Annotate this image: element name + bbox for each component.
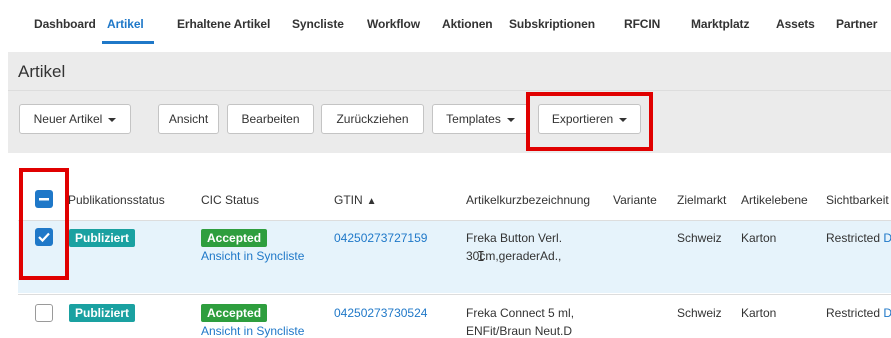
visibility-value: Restricted bbox=[826, 306, 881, 320]
article-description-line1: Freka Button Verl. bbox=[466, 231, 563, 245]
column-header-artikelkurzbezeichnung[interactable]: Artikelkurzbezeichnung bbox=[466, 193, 590, 207]
nav-item-subskriptionen[interactable]: Subskriptionen bbox=[509, 17, 595, 31]
templates-label: Templates bbox=[446, 112, 501, 126]
syncliste-link[interactable]: Ansicht in Syncliste bbox=[201, 249, 304, 263]
nav-item-rfcin[interactable]: RFCIN bbox=[624, 17, 660, 31]
gtin-link[interactable]: 04250273727159 bbox=[334, 231, 427, 245]
visibility-value: Restricted bbox=[826, 231, 881, 245]
visibility-link[interactable]: D bbox=[883, 231, 891, 245]
export-highlight-box bbox=[526, 92, 653, 151]
column-header-publikationsstatus[interactable]: Publikationsstatus bbox=[68, 193, 165, 207]
column-header-artikelebene[interactable]: Artikelebene bbox=[741, 193, 808, 207]
article-level: Karton bbox=[741, 306, 777, 320]
view-button[interactable]: Ansicht bbox=[158, 104, 219, 134]
checkbox-highlight-box bbox=[19, 168, 69, 280]
new-article-label: Neuer Artikel bbox=[33, 112, 103, 126]
nav-item-artikel[interactable]: Artikel bbox=[107, 17, 144, 31]
nav-item-partner[interactable]: Partner bbox=[836, 17, 877, 31]
nav-item-workflow[interactable]: Workflow bbox=[367, 17, 420, 31]
top-navigation: Dashboard Artikel Erhaltene Artikel Sync… bbox=[0, 0, 891, 44]
page-header: Artikel bbox=[8, 52, 891, 91]
article-level: Karton bbox=[741, 231, 777, 245]
nav-item-dashboard[interactable]: Dashboard bbox=[34, 17, 96, 31]
article-description-line2: ENFit/Braun Neut.D bbox=[466, 324, 573, 338]
visibility: Restricted D bbox=[826, 306, 891, 320]
nav-item-assets[interactable]: Assets bbox=[776, 17, 815, 31]
new-article-button[interactable]: Neuer Artikel bbox=[19, 104, 131, 134]
caret-down-icon bbox=[506, 117, 515, 122]
target-market: Schweiz bbox=[677, 231, 722, 245]
page-title: Artikel bbox=[18, 62, 66, 81]
text-cursor-icon: I bbox=[477, 250, 485, 265]
gtin-link[interactable]: 04250273730524 bbox=[334, 306, 427, 320]
nav-item-syncliste[interactable]: Syncliste bbox=[292, 17, 344, 31]
edit-label: Bearbeiten bbox=[241, 112, 300, 126]
status-badge-accepted: Accepted bbox=[201, 229, 268, 247]
visibility-link[interactable]: D bbox=[883, 306, 891, 320]
nav-item-aktionen[interactable]: Aktionen bbox=[442, 17, 493, 31]
row-checkbox[interactable] bbox=[35, 304, 53, 322]
sort-icon[interactable]: ▲︎ bbox=[367, 196, 377, 207]
status-badge-published: Publiziert bbox=[69, 304, 136, 322]
column-header-variante[interactable]: Variante bbox=[613, 193, 657, 207]
caret-down-icon bbox=[108, 117, 117, 122]
column-header-sichtbarkeit[interactable]: Sichtbarkeit bbox=[826, 193, 889, 207]
status-badge-published: Publiziert bbox=[69, 229, 136, 247]
toolbar: Neuer Artikel Ansicht Bearbeiten Zurückz… bbox=[8, 91, 891, 153]
view-label: Ansicht bbox=[168, 112, 209, 126]
templates-button[interactable]: Templates bbox=[432, 104, 529, 134]
nav-item-erhaltene-artikel[interactable]: Erhaltene Artikel bbox=[177, 17, 270, 31]
column-header-zielmarkt[interactable]: Zielmarkt bbox=[677, 193, 726, 207]
active-tab-indicator bbox=[102, 41, 154, 44]
column-header-gtin[interactable]: GTIN ▲︎ bbox=[334, 193, 377, 207]
nav-item-marktplatz[interactable]: Marktplatz bbox=[691, 17, 749, 31]
edit-button[interactable]: Bearbeiten bbox=[227, 104, 314, 134]
syncliste-link[interactable]: Ansicht in Syncliste bbox=[201, 324, 304, 338]
article-description-line1: Freka Connect 5 ml, bbox=[466, 306, 575, 320]
visibility: Restricted D bbox=[826, 231, 891, 245]
status-badge-accepted: Accepted bbox=[201, 304, 268, 322]
gtin-header-label: GTIN bbox=[334, 193, 363, 207]
target-market: Schweiz bbox=[677, 306, 722, 320]
withdraw-button[interactable]: Zurückziehen bbox=[321, 104, 424, 134]
column-header-cic-status[interactable]: CIC Status bbox=[201, 193, 259, 207]
withdraw-label: Zurückziehen bbox=[336, 112, 409, 126]
